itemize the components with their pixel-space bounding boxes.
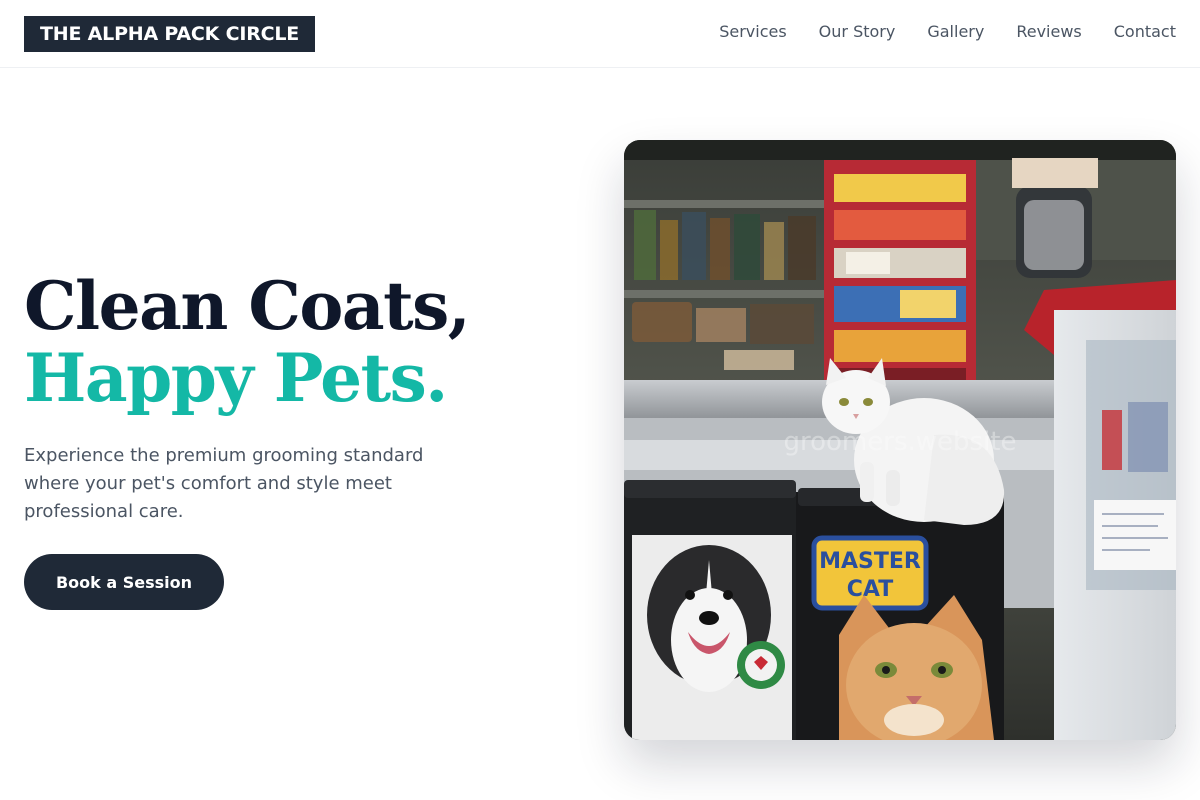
hero-photo: MASTER CAT groomers.website (624, 140, 1176, 740)
headline-line-2: Happy Pets. (24, 339, 448, 417)
nav-link-contact[interactable]: Contact (1114, 20, 1176, 44)
hero-headline: Clean Coats, Happy Pets. (24, 270, 544, 414)
nav-link-gallery[interactable]: Gallery (927, 20, 984, 44)
nav-link-services[interactable]: Services (719, 20, 786, 44)
nav-link-our-story[interactable]: Our Story (819, 20, 896, 44)
main-nav: Services Our Story Gallery Reviews Conta… (719, 20, 1176, 44)
photo-watermark: groomers.website (784, 427, 1017, 457)
nav-link-reviews[interactable]: Reviews (1016, 20, 1081, 44)
book-session-button[interactable]: Book a Session (24, 554, 224, 610)
site-logo[interactable]: THE ALPHA PACK CIRCLE (24, 16, 316, 52)
hero-subtitle: Experience the premium grooming standard… (24, 445, 424, 522)
headline-line-1: Clean Coats, (24, 267, 471, 345)
shop-photo-illustration: MASTER CAT groomers.website (624, 140, 1176, 740)
bag-label-line-2: CAT (847, 577, 893, 602)
bag-label-line-1: MASTER (819, 549, 921, 574)
site-header: THE ALPHA PACK CIRCLE Services Our Story… (0, 0, 1200, 68)
hero-section: Clean Coats, Happy Pets. Experience the … (24, 270, 544, 526)
